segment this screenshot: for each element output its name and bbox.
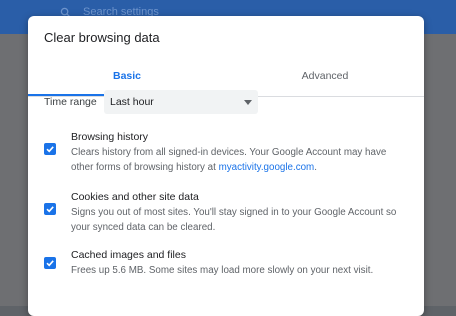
dialog-title: Clear browsing data bbox=[44, 30, 160, 45]
checkmark-icon bbox=[46, 260, 54, 267]
checkmark-icon bbox=[46, 206, 54, 213]
checkmark-icon bbox=[46, 146, 54, 153]
time-range-label: Time range bbox=[44, 96, 97, 108]
myactivity-link[interactable]: myactivity.google.com bbox=[219, 162, 315, 173]
option-title: Cached images and files bbox=[71, 249, 186, 261]
cookies-checkbox[interactable] bbox=[44, 203, 56, 215]
time-range-value: Last hour bbox=[110, 96, 154, 108]
option-description: Signs you out of most sites. You'll stay… bbox=[71, 207, 397, 218]
option-cached-images: Cached images and files Frees up 5.6 MB.… bbox=[44, 247, 414, 278]
option-browsing-history: Browsing history Clears history from all… bbox=[44, 129, 414, 175]
option-title: Cookies and other site data bbox=[71, 191, 199, 203]
dropdown-arrow-icon bbox=[244, 99, 252, 105]
option-title: Browsing history bbox=[71, 131, 149, 143]
cached-images-checkbox[interactable] bbox=[44, 257, 56, 269]
clear-browsing-data-dialog: Clear browsing data Basic Advanced Time … bbox=[28, 16, 424, 316]
browsing-history-checkbox[interactable] bbox=[44, 143, 56, 155]
option-description-line2: your synced data can be cleared. bbox=[71, 222, 216, 233]
time-range-row: Time range Last hour bbox=[44, 89, 258, 115]
time-range-select[interactable]: Last hour bbox=[104, 90, 258, 114]
option-description-line2: other forms of browsing history at myact… bbox=[71, 162, 317, 173]
option-description: Clears history from all signed-in device… bbox=[71, 147, 387, 158]
option-description: Frees up 5.6 MB. Some sites may load mor… bbox=[71, 265, 374, 276]
option-cookies: Cookies and other site data Signs you ou… bbox=[44, 189, 414, 235]
